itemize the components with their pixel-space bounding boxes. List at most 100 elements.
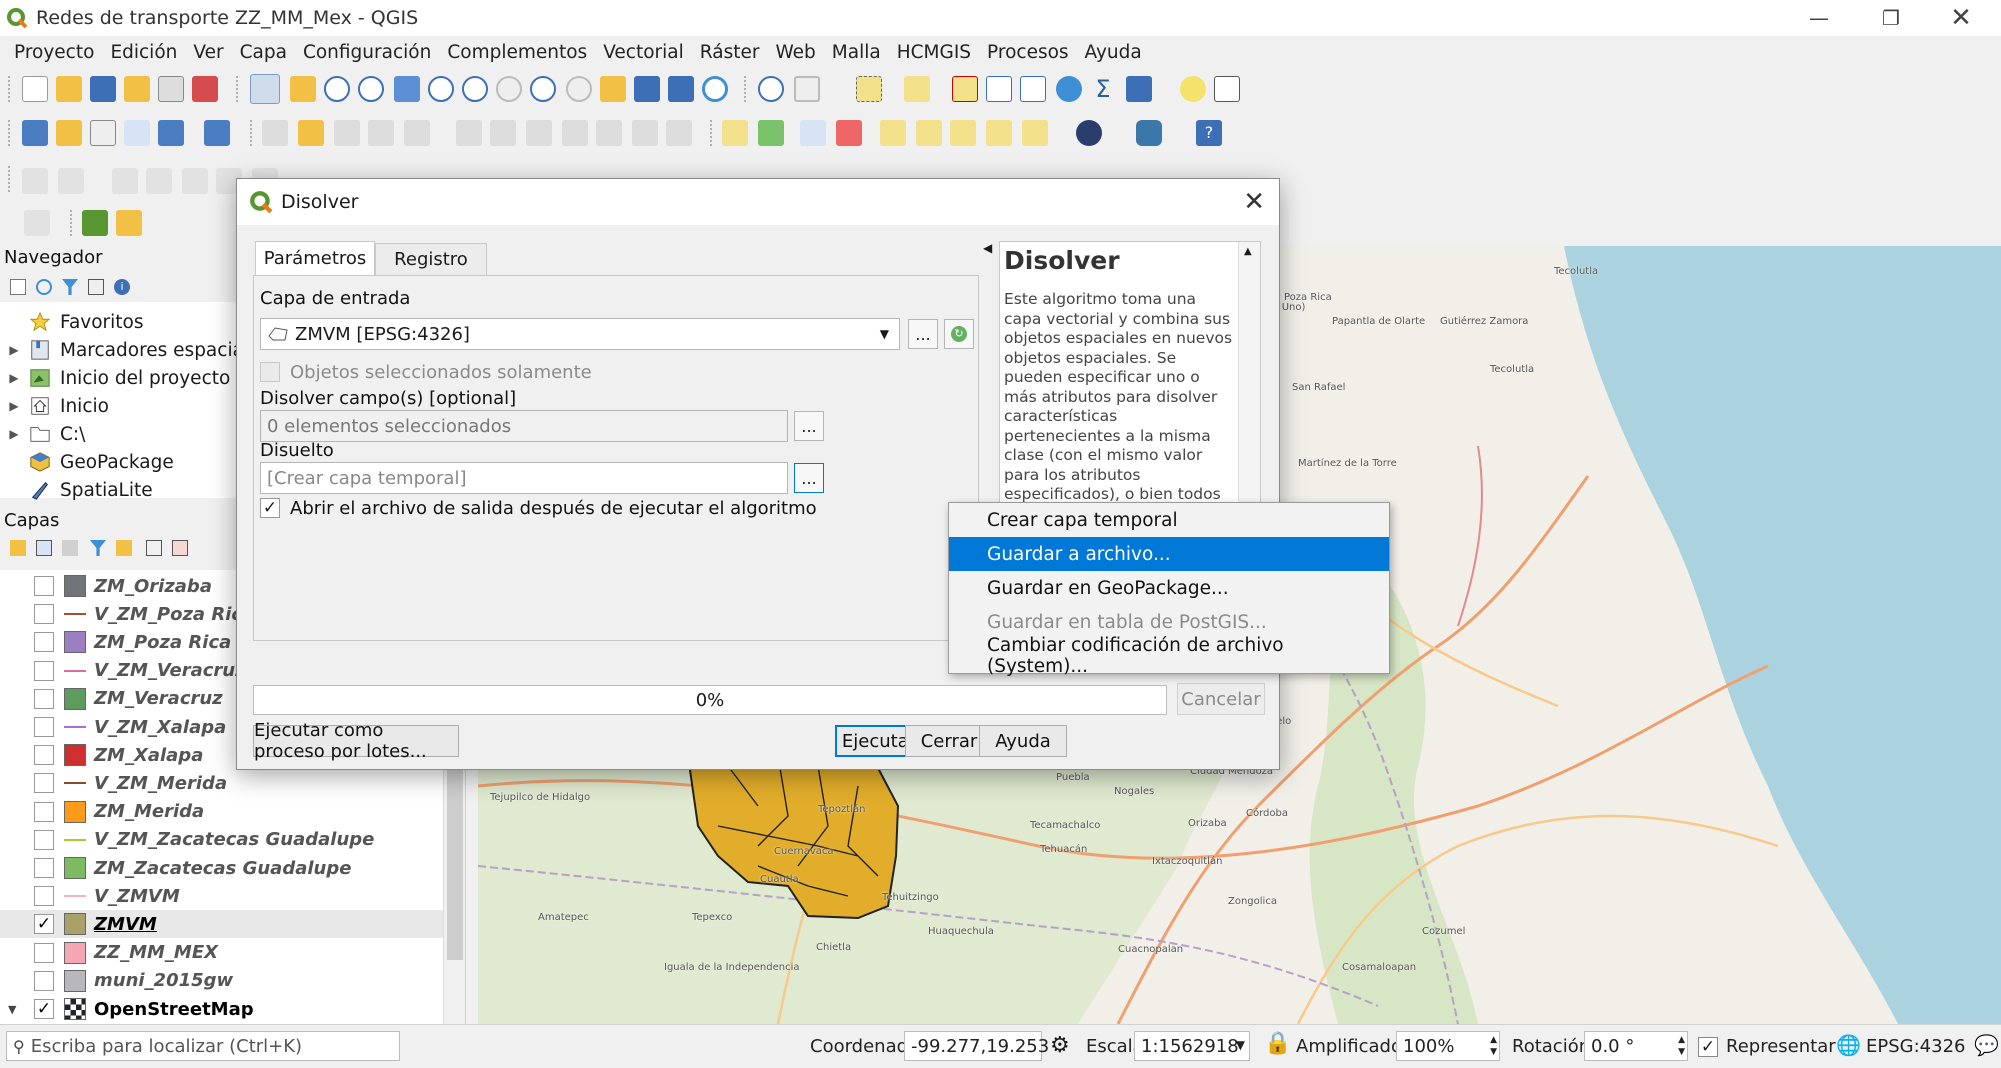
render-checkbox[interactable]: ✓ — [1698, 1037, 1718, 1057]
add-ring-icon[interactable] — [182, 168, 208, 194]
expand-arrow-icon[interactable]: ▼ — [8, 1003, 16, 1016]
highlight-pinned-labels-icon[interactable] — [836, 120, 862, 146]
layer-visibility-checkbox[interactable] — [34, 660, 54, 681]
digitize-icon[interactable] — [22, 168, 48, 194]
new-virtual-layer-icon[interactable] — [158, 120, 184, 146]
layer-row[interactable]: ▼ ✓ OpenStreetMap — [0, 995, 444, 1023]
layer-row[interactable]: ZM_Merida — [0, 798, 444, 826]
plugin-tool-icon[interactable] — [116, 210, 142, 236]
cancel-button[interactable]: Cancelar — [1177, 683, 1265, 715]
expand-all-icon[interactable] — [146, 540, 162, 556]
batch-process-button[interactable]: Ejecutar como proceso por lotes... — [253, 720, 459, 762]
delete-selected-icon[interactable] — [490, 120, 516, 146]
output-path-input[interactable]: [Crear capa temporal] — [260, 462, 788, 494]
iterate-layer-button[interactable]: ↻ — [944, 319, 974, 349]
menu-hcmgis[interactable]: HCMGIS — [889, 42, 979, 63]
python-console-icon[interactable] — [1136, 120, 1162, 146]
zoom-native-icon[interactable] — [496, 76, 522, 102]
info-icon[interactable]: i — [114, 279, 130, 295]
collapse-help-icon[interactable]: ◀ — [983, 241, 992, 255]
new-bookmark-icon[interactable] — [634, 76, 660, 102]
menu-item-create-temp-layer[interactable]: Crear capa temporal — [949, 503, 1389, 537]
chevron-down-icon[interactable]: ▼ — [1236, 1038, 1245, 1052]
attribute-table-icon[interactable] — [986, 76, 1012, 102]
zoom-in-icon[interactable] — [324, 76, 350, 102]
copy-features-icon[interactable] — [562, 120, 588, 146]
nav-item-home[interactable]: ▶ Inicio — [0, 392, 109, 420]
nav-item-drive-c[interactable]: ▶ C:\ — [0, 420, 85, 448]
toggle-editing-icon[interactable] — [298, 120, 324, 146]
expand-arrow-icon[interactable]: ▶ — [0, 427, 28, 441]
rotation-field[interactable]: 0.0 ° ▲ ▼ — [1584, 1031, 1688, 1061]
add-delimited-text-icon[interactable] — [204, 120, 230, 146]
layer-visibility-checkbox[interactable] — [34, 717, 54, 737]
menu-item-save-to-postgis[interactable]: Guardar en tabla de PostGIS... — [949, 605, 1389, 639]
locator-icon[interactable] — [82, 210, 108, 236]
toggle-extents-icon[interactable]: ⚙ — [1050, 1033, 1070, 1058]
zoom-selection-icon[interactable] — [428, 76, 454, 102]
pan-map-icon[interactable] — [250, 74, 280, 104]
globe-plugin-icon[interactable] — [1076, 120, 1102, 146]
layer-visibility-checkbox[interactable] — [34, 801, 54, 822]
new-project-icon[interactable] — [22, 76, 48, 102]
processing-toolbox-icon[interactable] — [1056, 76, 1082, 102]
crs-label[interactable]: EPSG:4326 — [1866, 1036, 1965, 1057]
layer-labeling-icon[interactable] — [758, 120, 784, 146]
add-group-icon[interactable] — [36, 540, 52, 556]
layer-row[interactable]: V_ZMVM — [0, 882, 444, 910]
expand-arrow-icon[interactable]: ▶ — [0, 343, 28, 357]
data-source-manager-icon[interactable] — [22, 120, 48, 146]
redo-icon[interactable] — [666, 120, 692, 146]
menu-raster[interactable]: Ráster — [692, 42, 768, 63]
layer-visibility-checkbox[interactable] — [34, 773, 54, 794]
expand-arrow-icon[interactable]: ▶ — [0, 399, 28, 413]
input-layer-browse-button[interactable]: ... — [908, 319, 938, 349]
layer-visibility-checkbox[interactable] — [34, 886, 54, 907]
text-annotation-icon[interactable] — [1214, 76, 1240, 102]
save-project-icon[interactable] — [90, 76, 116, 102]
scroll-up-icon[interactable]: ▲ — [1244, 246, 1252, 257]
new-map-view-icon[interactable] — [600, 76, 626, 102]
selected-only-checkbox[interactable] — [260, 362, 280, 382]
identify-features-icon[interactable] — [758, 76, 784, 102]
actions-icon[interactable] — [794, 76, 820, 102]
zoom-out-icon[interactable] — [358, 76, 384, 102]
deselect-all-icon[interactable] — [952, 76, 978, 102]
show-bookmarks-icon[interactable] — [668, 76, 694, 102]
menu-edicion[interactable]: Edición — [102, 42, 185, 63]
nav-item-favorites[interactable]: Favoritos — [0, 308, 144, 336]
manage-map-themes-icon[interactable] — [62, 540, 78, 556]
layer-visibility-checkbox[interactable] — [34, 576, 54, 596]
refresh-icon[interactable] — [702, 76, 728, 102]
tab-registro[interactable]: Registro — [375, 243, 487, 275]
layer-visibility-checkbox[interactable] — [34, 688, 54, 709]
zoom-next-icon[interactable] — [566, 76, 592, 102]
open-output-checkbox[interactable]: ✓ — [260, 498, 280, 518]
minimize-button[interactable]: — — [1790, 0, 1848, 36]
open-layer-styling-icon[interactable] — [10, 540, 26, 556]
filter-browser-icon[interactable] — [62, 279, 78, 295]
menu-proyecto[interactable]: Proyecto — [6, 42, 102, 63]
layer-visibility-checkbox[interactable] — [34, 604, 54, 625]
tab-parametros[interactable]: Parámetros — [255, 241, 375, 275]
lock-scale-icon[interactable]: 🔒 — [1264, 1031, 1291, 1056]
menu-item-change-encoding[interactable]: Cambiar codificación de archivo (System)… — [949, 635, 1389, 677]
layer-row[interactable]: ZZ_MM_MEX — [0, 939, 444, 967]
layer-row[interactable]: muni_2015gw — [0, 967, 444, 995]
nav-item-spatialite[interactable]: SpatiaLite — [0, 476, 153, 504]
dialog-close-icon[interactable]: ✕ — [1243, 187, 1265, 217]
layer-visibility-checkbox[interactable] — [34, 942, 54, 963]
spin-arrows-icon[interactable]: ▲ ▼ — [1490, 1034, 1497, 1058]
show-hide-labels-icon[interactable] — [916, 120, 942, 146]
window-close-button[interactable]: ✕ — [1932, 0, 1990, 36]
collapse-all-icon[interactable] — [88, 279, 104, 295]
save-as-icon[interactable] — [124, 76, 150, 102]
menu-ayuda[interactable]: Ayuda — [1077, 42, 1150, 63]
pin-labels-icon[interactable] — [880, 120, 906, 146]
new-shapefile-layer-icon[interactable] — [90, 120, 116, 146]
coordinate-field[interactable]: -99.277,19.253 — [904, 1031, 1049, 1061]
input-layer-combo[interactable]: ZMVM [EPSG:4326] ▼ — [260, 318, 900, 350]
messages-icon[interactable]: 💬 — [1974, 1033, 1999, 1057]
dissolve-fields-input[interactable]: 0 elementos seleccionados — [260, 410, 788, 442]
undo-icon[interactable] — [632, 120, 658, 146]
